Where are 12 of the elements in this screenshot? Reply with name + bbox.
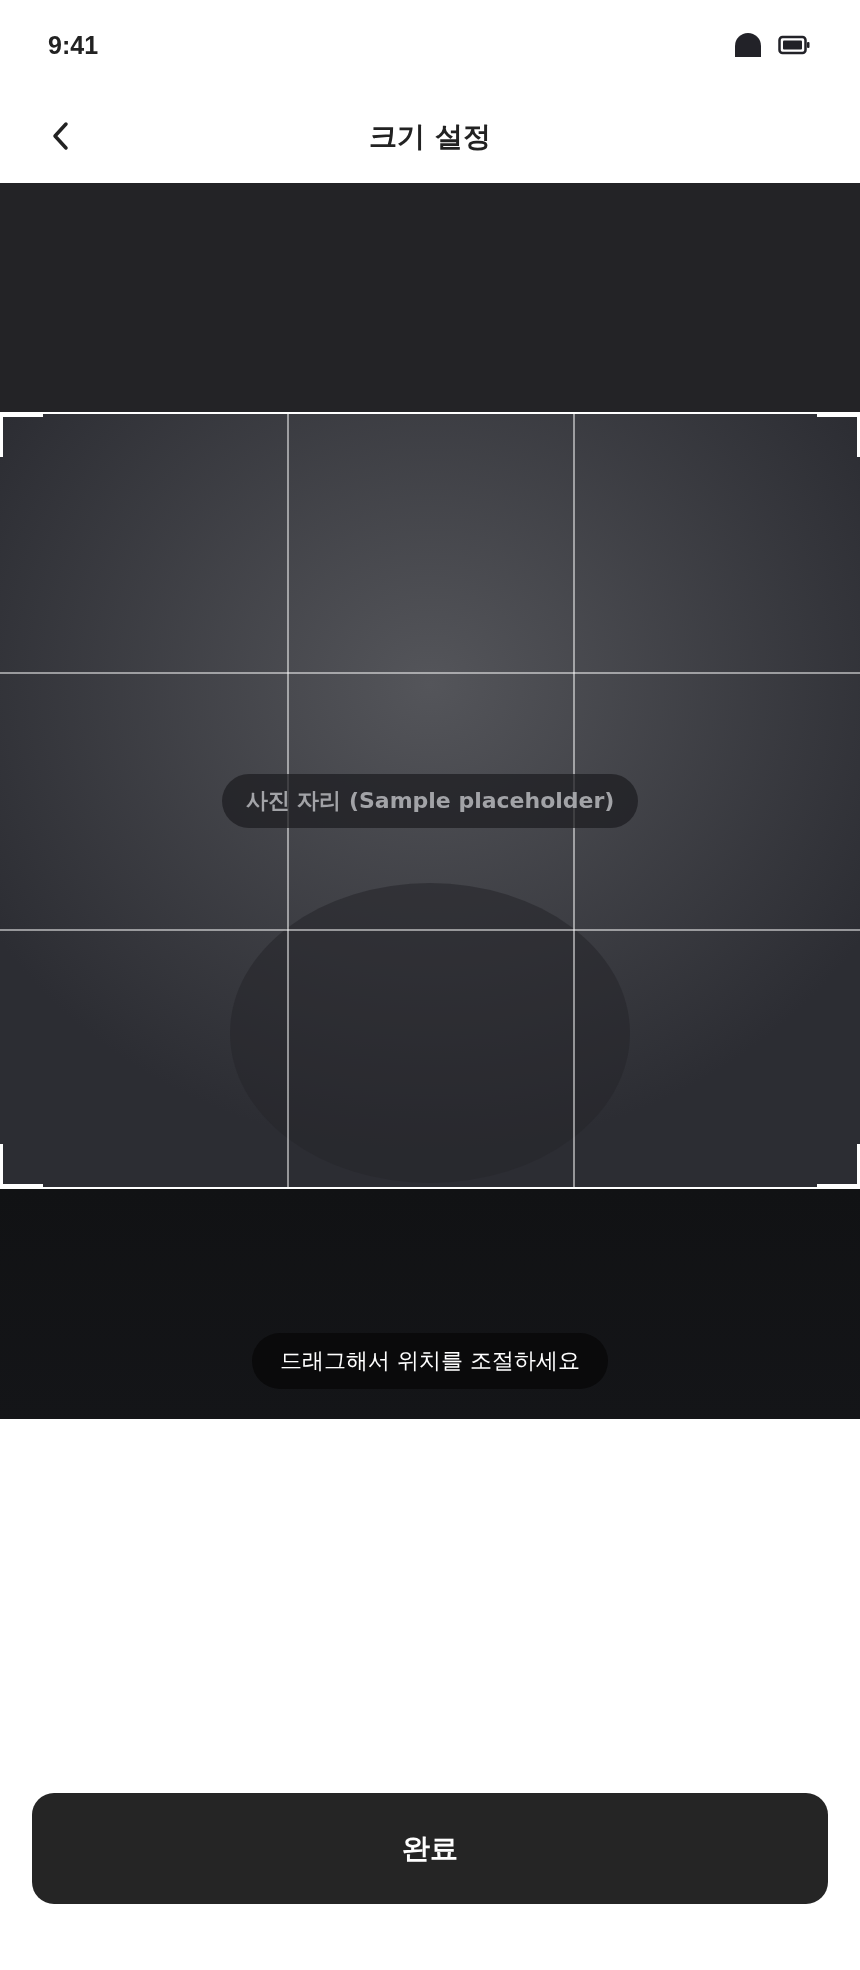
corner-handle[interactable] <box>0 414 43 457</box>
battery-icon <box>778 35 810 55</box>
corner-handle[interactable] <box>817 414 860 457</box>
page-title: 크기 설정 <box>369 118 491 155</box>
crop-frame[interactable]: 사진 자리 (Sample placeholder) <box>0 412 860 1189</box>
photo-label: 사진 자리 (Sample placeholder) <box>221 773 639 828</box>
corner-handle[interactable] <box>0 1144 43 1187</box>
hint-label: 드래그해서 위치를 조절하세요 <box>252 1333 608 1389</box>
done-button[interactable]: 완료 <box>32 1793 828 1904</box>
corner-handle[interactable] <box>817 1144 860 1187</box>
signal-icon <box>734 33 762 57</box>
status-time: 9:41 <box>48 30 99 60</box>
